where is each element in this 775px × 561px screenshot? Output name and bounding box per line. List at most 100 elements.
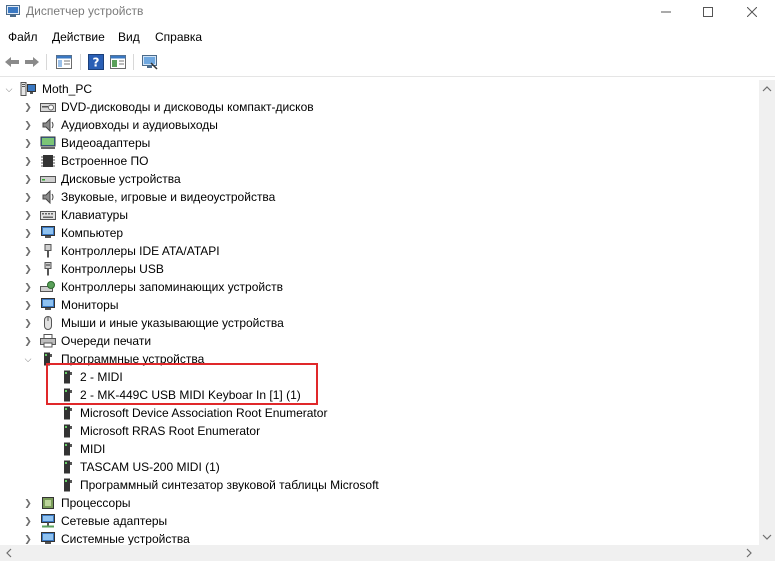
- tree-category-dvd[interactable]: ❯ DVD-дисководы и дисководы компакт-диск…: [0, 98, 330, 116]
- expand-chevron-icon[interactable]: ❯: [23, 134, 33, 152]
- expand-chevron-icon[interactable]: ❯: [23, 206, 33, 224]
- forward-button[interactable]: [22, 52, 42, 72]
- back-button[interactable]: [2, 52, 22, 72]
- toolbar: ?: [0, 48, 775, 77]
- toolbar-separator: [133, 54, 134, 70]
- software-device-icon: [64, 460, 72, 474]
- tree-device-item[interactable]: Microsoft Device Association Root Enumer…: [0, 404, 360, 422]
- software-device-icon: [64, 406, 72, 420]
- expand-chevron-icon[interactable]: ❯: [23, 530, 33, 545]
- toolbar-separator: [80, 54, 81, 70]
- minimize-button[interactable]: [646, 0, 686, 24]
- toolbar-separator: [46, 54, 47, 70]
- tree-device-label: Microsoft Device Association Root Enumer…: [80, 406, 328, 420]
- expand-chevron-icon[interactable]: ❯: [23, 332, 33, 350]
- expand-chevron-icon[interactable]: ❯: [23, 278, 33, 296]
- tree-category-sound-devices[interactable]: ❯ Звуковые, игровые и видеоустройства: [0, 188, 330, 206]
- svg-text:?: ?: [93, 56, 100, 70]
- menu-file[interactable]: Файл: [8, 30, 38, 44]
- tree-root-label: Moth_PC: [42, 82, 93, 96]
- tree-category-system-devices[interactable]: ❯ Системные устройства: [0, 530, 330, 545]
- tree-category-label: Процессоры: [61, 496, 131, 510]
- disk-drive-icon: [40, 176, 56, 183]
- close-icon: [747, 7, 757, 17]
- tree-category-print-queues[interactable]: ❯ Очереди печати: [0, 332, 330, 350]
- computer-icon: [41, 226, 55, 238]
- show-hide-console-tree-button[interactable]: [54, 52, 74, 72]
- display-adapter-icon: [40, 136, 56, 149]
- tree-device-item[interactable]: MIDI: [0, 440, 330, 458]
- horizontal-scrollbar[interactable]: [0, 545, 775, 561]
- network-adapter-icon: [41, 514, 55, 528]
- title-bar: Диспетчер устройств: [0, 0, 775, 26]
- menu-view[interactable]: Вид: [118, 30, 140, 44]
- device-tree[interactable]: ⌵ Moth_PC ❯ DVD-дисководы и дисководы ко…: [0, 80, 759, 545]
- tree-category-label: Мониторы: [61, 298, 119, 312]
- expand-chevron-icon[interactable]: ❯: [23, 116, 33, 134]
- software-device-icon: [64, 442, 72, 456]
- scroll-right-arrow-icon: [746, 548, 752, 558]
- tree-category-storage-controllers[interactable]: ❯ Контроллеры запоминающих устройств: [0, 278, 330, 296]
- tree-category-label: Клавиатуры: [61, 208, 128, 222]
- tree-category-mice[interactable]: ❯ Мыши и иные указывающие устройства: [0, 314, 330, 332]
- tree-category-label: Контроллеры USB: [61, 262, 164, 276]
- expand-chevron-icon[interactable]: ❯: [23, 512, 33, 530]
- expand-chevron-icon[interactable]: ❯: [23, 494, 33, 512]
- tree-category-ide-controllers[interactable]: ❯ Контроллеры IDE ATA/ATAPI: [0, 242, 330, 260]
- help-icon: ?: [88, 54, 104, 70]
- forward-arrow-icon: [25, 57, 39, 67]
- tree-category-disk-drives[interactable]: ❯ Дисковые устройства: [0, 170, 330, 188]
- system-device-icon: [41, 532, 55, 544]
- tree-category-keyboards[interactable]: ❯ Клавиатуры: [0, 206, 330, 224]
- monitor-scan-icon: [142, 55, 158, 70]
- tree-category-usb-controllers[interactable]: ❯ Контроллеры USB: [0, 260, 330, 278]
- tree-category-display-adapters[interactable]: ❯ Видеоадаптеры: [0, 134, 330, 152]
- expand-chevron-icon[interactable]: ❯: [23, 98, 33, 116]
- expand-chevron-icon[interactable]: ❯: [23, 152, 33, 170]
- menu-action[interactable]: Действие: [52, 30, 105, 44]
- tree-category-processors[interactable]: ❯ Процессоры: [0, 494, 330, 512]
- maximize-button[interactable]: [688, 0, 728, 24]
- tree-category-label: Контроллеры IDE ATA/ATAPI: [61, 244, 220, 258]
- software-device-icon: [64, 424, 72, 438]
- properties-icon: [110, 55, 126, 69]
- expand-chevron-icon[interactable]: ❯: [23, 242, 33, 260]
- expand-chevron-icon[interactable]: ❯: [23, 188, 33, 206]
- tree-category-firmware[interactable]: ❯ Встроенное ПО: [0, 152, 330, 170]
- expand-chevron-icon[interactable]: ❯: [23, 224, 33, 242]
- tree-root-node[interactable]: ⌵ Moth_PC: [0, 80, 200, 98]
- scan-hardware-button[interactable]: [140, 52, 160, 72]
- collapse-chevron-icon[interactable]: ⌵: [23, 350, 33, 368]
- usb-icon: [44, 262, 52, 276]
- highlight-box: [46, 363, 318, 405]
- tree-device-item[interactable]: Программный синтезатор звуковой таблицы …: [0, 476, 379, 494]
- device-manager-icon: [6, 5, 20, 17]
- vertical-scrollbar[interactable]: [759, 80, 775, 545]
- tree-device-label: Microsoft RRAS Root Enumerator: [80, 424, 261, 438]
- tree-category-label: Компьютер: [61, 226, 124, 240]
- speaker-icon: [42, 118, 54, 132]
- tree-category-computer[interactable]: ❯ Компьютер: [0, 224, 330, 242]
- properties-button[interactable]: [108, 52, 128, 72]
- tree-category-label: Звуковые, игровые и видеоустройства: [61, 190, 276, 204]
- tree-device-label: TASCAM US-200 MIDI (1): [80, 460, 220, 474]
- tree-category-audio-io[interactable]: ❯ Аудиовходы и аудиовыходы: [0, 116, 330, 134]
- tree-category-monitors[interactable]: ❯ Мониторы: [0, 296, 330, 314]
- help-button[interactable]: ?: [86, 52, 106, 72]
- tree-device-label: MIDI: [80, 442, 106, 456]
- maximize-icon: [703, 7, 713, 17]
- tree-category-network-adapters[interactable]: ❯ Сетевые адаптеры: [0, 512, 330, 530]
- tree-category-label: DVD-дисководы и дисководы компакт-дисков: [61, 100, 314, 114]
- expand-chevron-icon[interactable]: ❯: [23, 260, 33, 278]
- expand-chevron-icon[interactable]: ❯: [23, 314, 33, 332]
- tree-device-item[interactable]: Microsoft RRAS Root Enumerator: [0, 422, 330, 440]
- menu-help[interactable]: Справка: [155, 30, 202, 44]
- scroll-down-arrow-icon: [762, 534, 772, 540]
- close-button[interactable]: [732, 0, 772, 24]
- expand-chevron-icon[interactable]: ❯: [23, 170, 33, 188]
- collapse-chevron-icon[interactable]: ⌵: [4, 80, 14, 98]
- tree-device-label: Программный синтезатор звуковой таблицы …: [80, 478, 379, 492]
- computer-icon: [20, 82, 36, 96]
- tree-device-item[interactable]: TASCAM US-200 MIDI (1): [0, 458, 330, 476]
- expand-chevron-icon[interactable]: ❯: [23, 296, 33, 314]
